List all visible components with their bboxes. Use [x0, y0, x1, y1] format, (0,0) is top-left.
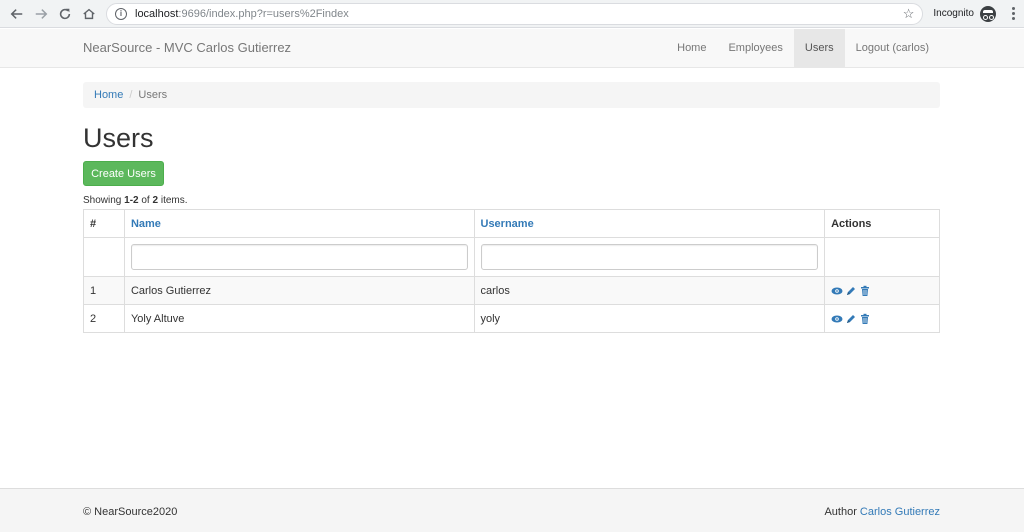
bookmark-star-icon[interactable]: ☆	[903, 6, 915, 22]
edit-pencil-icon[interactable]	[845, 285, 857, 297]
sort-by-name-link[interactable]: Name	[131, 218, 161, 230]
incognito-icon	[980, 5, 996, 22]
incognito-label: Incognito	[933, 8, 974, 19]
breadcrumb-home[interactable]: Home	[94, 89, 123, 101]
footer-author-label: Author	[824, 506, 860, 518]
filter-cell-empty	[83, 237, 125, 277]
browser-toolbar: i localhost:9696/index.php?r=users%2Find…	[0, 0, 1024, 28]
site-navbar: NearSource - MVC Carlos Gutierrez Home E…	[0, 29, 1024, 68]
reload-icon	[59, 8, 71, 19]
filter-cell-actions	[824, 237, 940, 277]
summary-range: 1-2	[124, 195, 139, 206]
users-table: # Name Username Actions 1 Carlos Gutierr…	[83, 209, 940, 333]
home-button[interactable]	[78, 3, 100, 25]
footer-author: Author Carlos Gutierrez	[824, 506, 940, 518]
filter-row	[83, 237, 940, 277]
forward-button[interactable]	[30, 3, 52, 25]
nav-users[interactable]: Users	[793, 29, 845, 67]
summary-mid: of	[138, 195, 153, 206]
breadcrumb-current: Users	[138, 89, 168, 101]
summary-suffix: items.	[158, 195, 188, 206]
nav-employees[interactable]: Employees	[717, 29, 793, 67]
row-actions	[824, 304, 940, 333]
nav-logout[interactable]: Logout (carlos)	[845, 29, 940, 67]
table-row: 1 Carlos Gutierrez carlos	[83, 276, 940, 305]
nav-links: Home Employees Users Logout (carlos)	[666, 29, 940, 67]
table-row: 2 Yoly Altuve yoly	[83, 304, 940, 333]
view-eye-icon[interactable]	[831, 313, 843, 325]
sort-by-username-link[interactable]: Username	[481, 218, 534, 230]
filter-cell-username	[473, 237, 826, 277]
edit-pencil-icon[interactable]	[845, 313, 857, 325]
delete-trash-icon[interactable]	[859, 285, 871, 297]
url-text: localhost:9696/index.php?r=users%2Findex	[135, 8, 903, 20]
view-eye-icon[interactable]	[831, 285, 843, 297]
row-username: carlos	[473, 276, 826, 305]
row-name: Yoly Altuve	[123, 304, 475, 333]
name-filter-input[interactable]	[130, 244, 468, 270]
home-icon	[83, 8, 95, 19]
incognito-indicator[interactable]: Incognito	[933, 5, 996, 22]
row-name: Carlos Gutierrez	[123, 276, 475, 305]
create-users-button[interactable]: Create Users	[83, 161, 164, 186]
col-header-name: Name	[123, 209, 475, 238]
breadcrumb-separator: /	[129, 89, 133, 101]
info-icon[interactable]: i	[115, 7, 127, 20]
site-footer: © NearSource2020 Author Carlos Gutierrez	[0, 488, 1024, 532]
nav-home[interactable]: Home	[666, 29, 717, 67]
address-bar[interactable]: i localhost:9696/index.php?r=users%2Find…	[106, 2, 924, 25]
forward-arrow-icon	[35, 8, 48, 19]
col-header-num: #	[83, 209, 125, 238]
reload-button[interactable]	[54, 3, 76, 25]
summary-prefix: Showing	[83, 195, 125, 206]
url-path: :9696/index.php?r=users%2Findex	[178, 7, 349, 20]
page-title: Users	[83, 123, 154, 153]
url-host: localhost	[135, 7, 179, 20]
grid-summary: Showing 1-2 of 2 items.	[83, 195, 188, 206]
row-actions	[824, 276, 940, 305]
username-filter-input[interactable]	[480, 244, 819, 270]
row-username: yoly	[473, 304, 826, 333]
row-num: 1	[83, 276, 125, 305]
row-num: 2	[83, 304, 125, 333]
delete-trash-icon[interactable]	[859, 313, 871, 325]
col-header-actions: Actions	[824, 209, 940, 238]
footer-author-link[interactable]: Carlos Gutierrez	[860, 506, 940, 518]
table-header-row: # Name Username Actions	[83, 209, 940, 238]
footer-copyright: © NearSource2020	[83, 506, 178, 518]
back-button[interactable]	[6, 3, 28, 25]
brand-link[interactable]: NearSource - MVC Carlos Gutierrez	[83, 40, 291, 55]
col-header-username: Username	[473, 209, 826, 238]
filter-cell-name	[123, 237, 475, 277]
breadcrumb: Home / Users	[83, 82, 940, 108]
browser-menu-icon[interactable]	[1008, 7, 1018, 20]
back-arrow-icon	[10, 8, 23, 19]
